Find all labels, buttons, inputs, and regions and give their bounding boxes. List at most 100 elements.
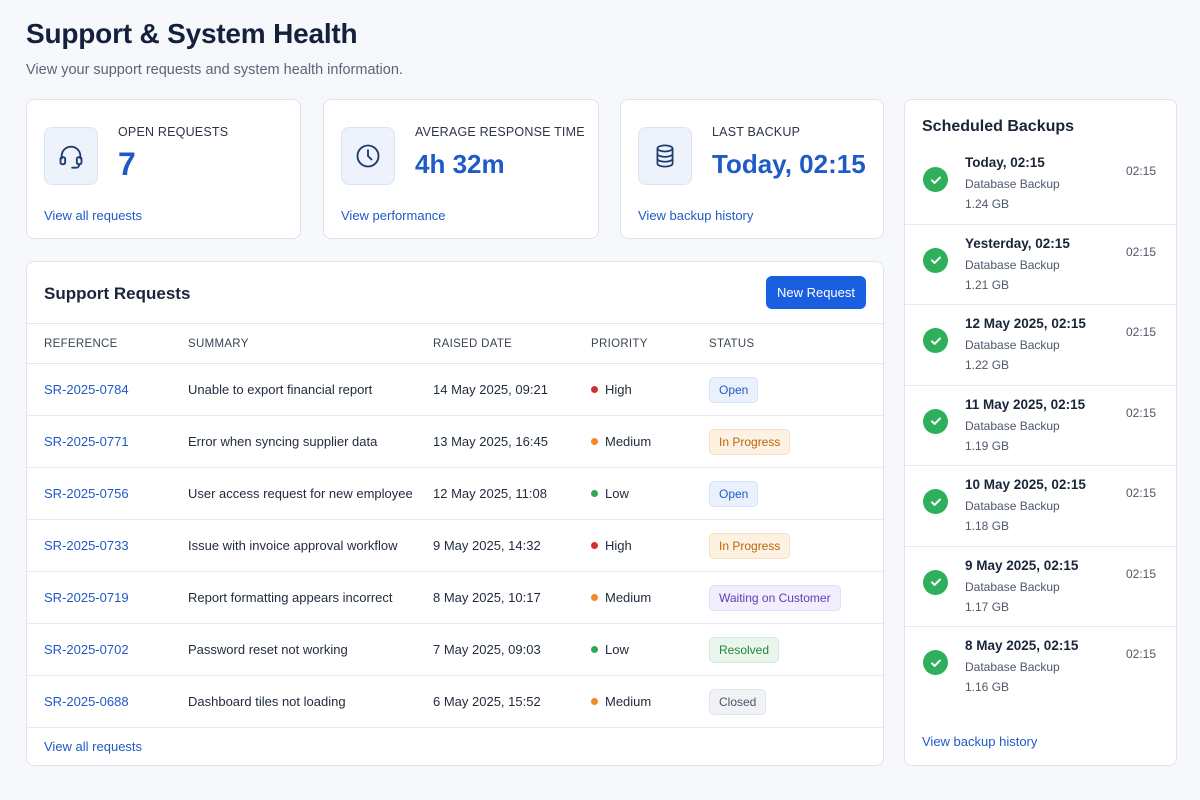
raised-date-cell: 13 May 2025, 16:45 [433, 415, 591, 468]
request-reference-link[interactable]: SR-2025-0702 [44, 642, 129, 657]
view-all-requests-link[interactable]: View all requests [44, 208, 142, 223]
backup-datetime: 12 May 2025, 02:15 [965, 316, 1086, 331]
view-performance-link[interactable]: View performance [341, 208, 446, 223]
backup-type: Database Backup [965, 579, 1060, 594]
summary-cell: Issue with invoice approval workflow [188, 519, 433, 572]
request-reference-link[interactable]: SR-2025-0719 [44, 590, 129, 605]
raised-date-cell: 7 May 2025, 09:03 [433, 623, 591, 676]
status-cell: Resolved [709, 623, 883, 676]
priority-dot [591, 646, 598, 653]
stat-card-average-response-time: AVERAGE RESPONSE TIME 4h 32m View perfor… [323, 99, 599, 239]
backup-item: Today, 02:15 Database Backup 1.24 GB 02:15 [905, 144, 1176, 225]
priority-label: Medium [605, 434, 652, 449]
check-circle-icon [923, 328, 948, 353]
priority-dot [591, 542, 598, 549]
backup-type: Database Backup [965, 177, 1060, 191]
reference-cell: SR-2025-0688 [27, 675, 188, 728]
priority-cell: Medium [591, 675, 709, 728]
column-header-raised-date[interactable]: RAISED DATE [433, 323, 591, 364]
stat-value: 4h 32m [415, 149, 505, 179]
backup-item: 11 May 2025, 02:15 Database Backup 1.19 GB… [905, 386, 1176, 466]
raised-date-cell: 6 May 2025, 15:52 [433, 675, 591, 728]
new-request-button[interactable]: New Request [766, 276, 866, 309]
view-backup-history-link[interactable]: View backup history [638, 208, 753, 223]
table-row[interactable]: SR-2025-0688 Dashboard tiles not loading 6… [27, 675, 883, 728]
summary-cell: Error when syncing supplier data [188, 415, 433, 468]
backup-item: 12 May 2025, 02:15 Database Backup 1.22 GB… [905, 305, 1176, 386]
scheduled-backups-title: Scheduled Backups [922, 118, 1075, 135]
request-reference-link[interactable]: SR-2025-0784 [44, 382, 129, 397]
table-row[interactable]: SR-2025-0702 Password reset not working 7 … [27, 623, 883, 676]
support-requests-title: Support Requests [44, 284, 191, 303]
check-circle-icon [923, 489, 948, 514]
stat-label: LAST BACKUP [712, 125, 801, 139]
raised-date-cell: 14 May 2025, 09:21 [433, 363, 591, 416]
backup-type: Database Backup [965, 499, 1060, 513]
summary-cell: Unable to export financial report [188, 363, 433, 416]
support-requests-table: REFERENCE SUMMARY RAISED DATE PRIORITY S… [27, 323, 883, 728]
backup-size: 1.17 GB [965, 599, 1010, 614]
status-badge: Waiting on Customer [709, 584, 841, 611]
scheduled-backups-card: Scheduled Backups Today, 02:15 Database B… [904, 99, 1177, 766]
reference-cell: SR-2025-0756 [27, 467, 188, 520]
column-header-status[interactable]: STATUS [709, 323, 883, 364]
request-reference-link[interactable]: SR-2025-0756 [44, 486, 129, 501]
stat-label: AVERAGE RESPONSE TIME [415, 125, 585, 139]
stat-label: OPEN REQUESTS [118, 125, 229, 139]
backup-time: 02:15 [1125, 566, 1156, 581]
status-cell: Open [709, 363, 883, 416]
view-all-requests-footer-link[interactable]: View all requests [44, 739, 142, 754]
backup-datetime: 8 May 2025, 02:15 [965, 638, 1079, 653]
priority-dot [591, 386, 598, 393]
table-row[interactable]: SR-2025-0756 User access request for new … [27, 467, 883, 520]
database-icon [638, 127, 692, 185]
priority-label: Medium [605, 694, 652, 709]
status-cell: Closed [709, 675, 883, 728]
backup-datetime: 11 May 2025, 02:15 [965, 396, 1086, 412]
column-header-priority[interactable]: PRIORITY [591, 323, 709, 364]
status-badge: Open [709, 480, 759, 507]
priority-cell: Low [591, 467, 709, 520]
request-reference-link[interactable]: SR-2025-0688 [44, 694, 129, 709]
reference-cell: SR-2025-0702 [27, 623, 188, 676]
backup-item: 8 May 2025, 02:15 Database Backup 1.16 GB 0… [905, 627, 1176, 708]
request-reference-link[interactable]: SR-2025-0733 [44, 538, 129, 553]
status-badge: Closed [709, 688, 767, 715]
table-row[interactable]: SR-2025-0733 Issue with invoice approval … [27, 519, 883, 572]
raised-date-cell: 9 May 2025, 14:32 [433, 519, 591, 572]
table-row[interactable]: SR-2025-0771 Error when syncing supplier … [27, 415, 883, 468]
view-backup-history-footer-link[interactable]: View backup history [922, 734, 1037, 749]
backup-datetime: Today, 02:15 [965, 155, 1045, 170]
backup-type: Database Backup [965, 257, 1060, 272]
priority-label: Low [605, 486, 629, 501]
status-cell: Waiting on Customer [709, 571, 883, 624]
check-circle-icon [923, 247, 948, 273]
status-cell: In Progress [709, 415, 883, 468]
stat-card-last-backup: LAST BACKUP Today, 02:15 View backup his… [620, 99, 884, 239]
request-reference-link[interactable]: SR-2025-0771 [44, 434, 129, 449]
priority-cell: Medium [591, 415, 709, 468]
status-badge: In Progress [709, 428, 791, 455]
backup-time: 02:15 [1125, 647, 1156, 661]
backup-time: 02:15 [1125, 405, 1156, 420]
table-row[interactable]: SR-2025-0784 Unable to export financial r… [27, 363, 883, 416]
table-header-row: REFERENCE SUMMARY RAISED DATE PRIORITY S… [27, 323, 883, 364]
raised-date-cell: 12 May 2025, 11:08 [433, 467, 591, 520]
stat-value: Today, 02:15 [712, 149, 866, 179]
backup-time: 02:15 [1125, 325, 1156, 339]
support-requests-card: Support Requests New Request REFERENCE S… [26, 261, 884, 766]
status-cell: Open [709, 467, 883, 520]
priority-cell: High [591, 519, 709, 572]
priority-label: High [605, 382, 632, 397]
backup-size: 1.18 GB [965, 519, 1010, 533]
priority-cell: High [591, 363, 709, 416]
backup-type: Database Backup [965, 660, 1060, 674]
check-circle-icon [923, 408, 948, 434]
backup-datetime: Yesterday, 02:15 [965, 235, 1070, 251]
priority-dot [591, 490, 598, 497]
column-header-summary[interactable]: SUMMARY [188, 323, 433, 364]
priority-cell: Medium [591, 571, 709, 624]
table-row[interactable]: SR-2025-0719 Report formatting appears in… [27, 571, 883, 624]
priority-label: Low [605, 642, 629, 657]
column-header-reference[interactable]: REFERENCE [27, 323, 188, 364]
